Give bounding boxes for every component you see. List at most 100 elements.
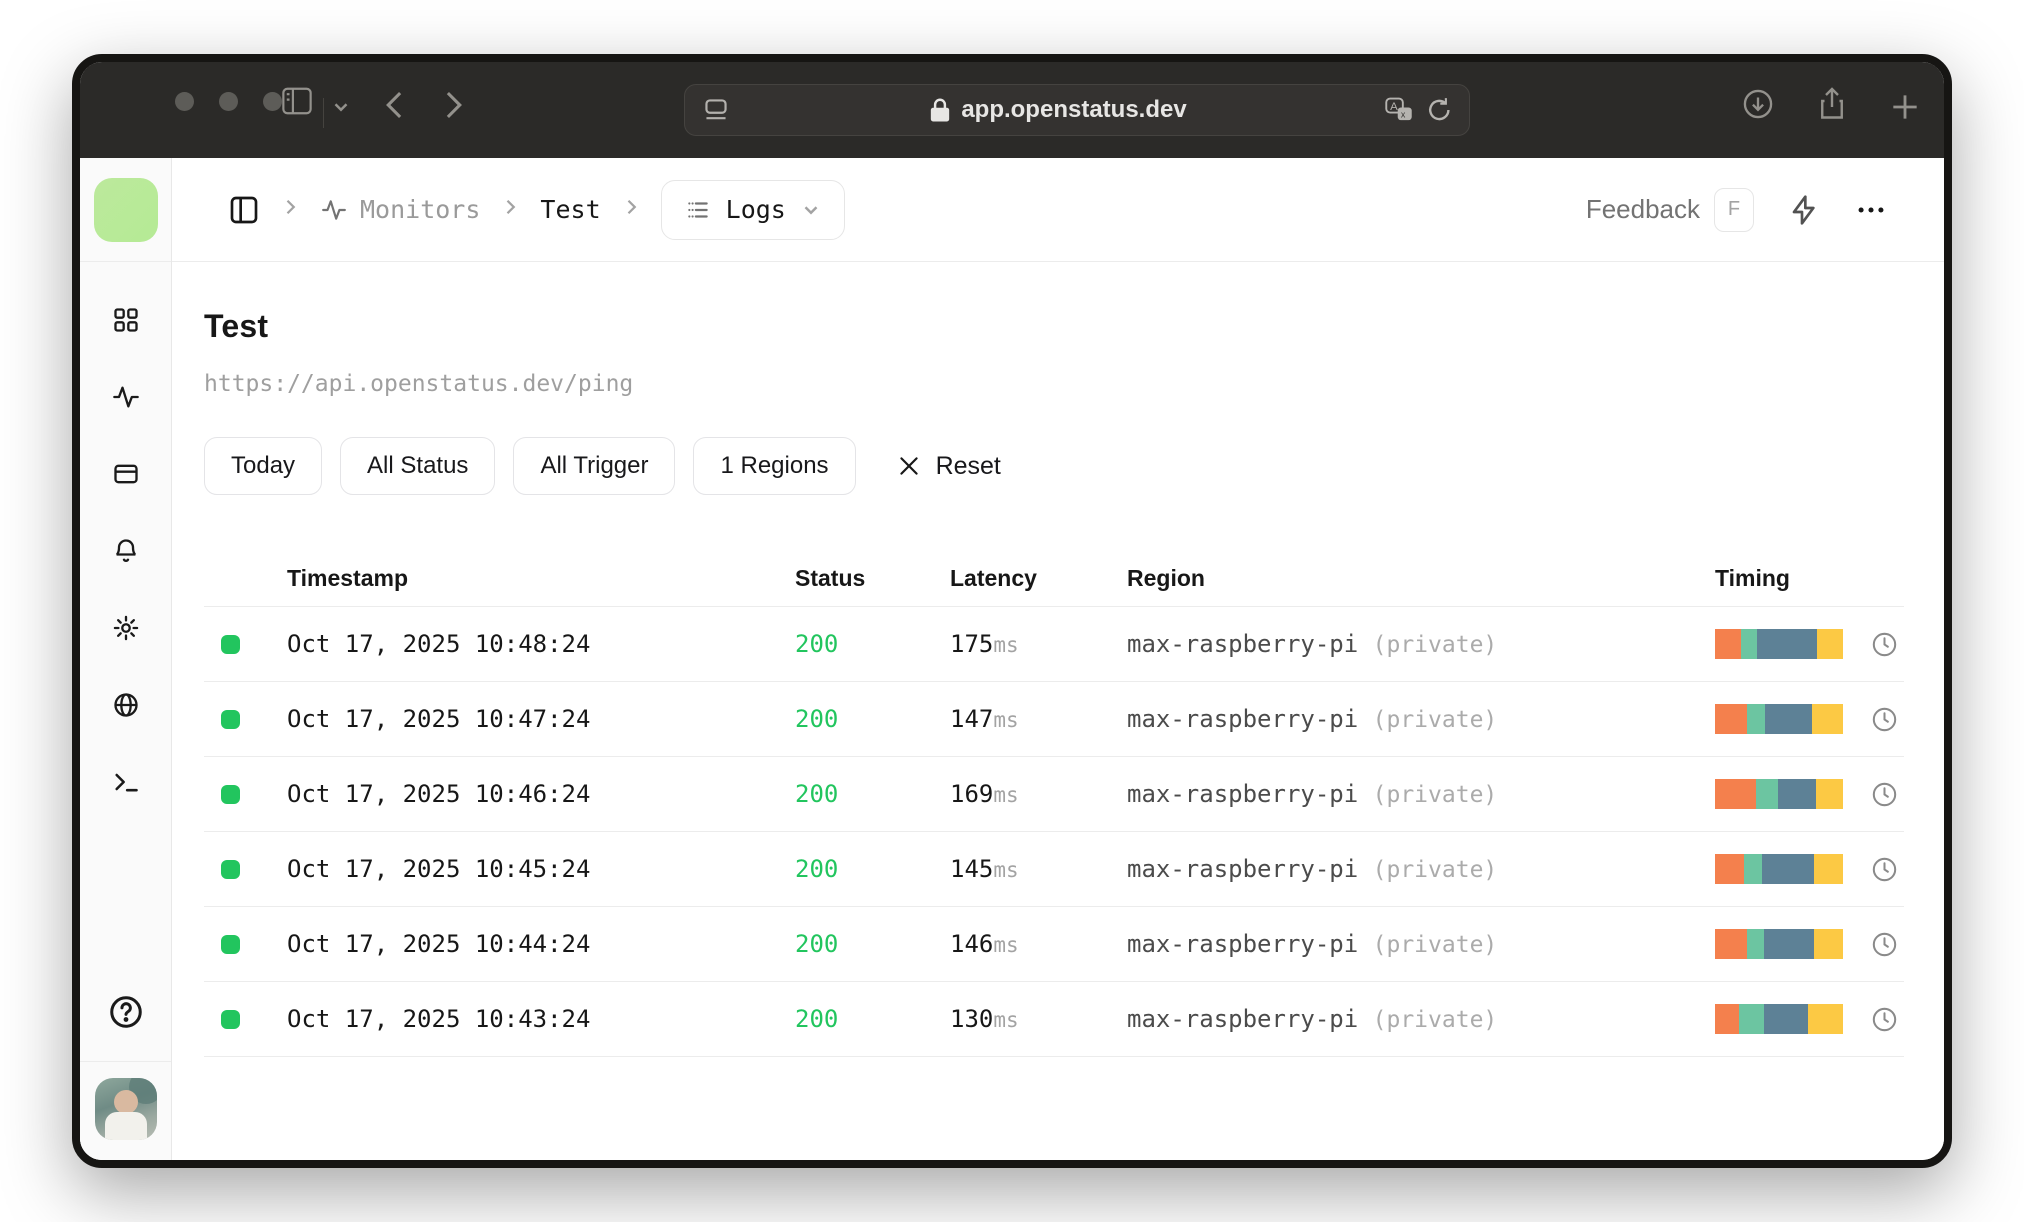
sidebar-chevron-button[interactable]: [330, 96, 352, 118]
timing-segment: [1715, 779, 1756, 809]
chevron-right-icon: [286, 199, 296, 215]
forward-button[interactable]: [438, 88, 468, 122]
clock-icon[interactable]: [1871, 931, 1898, 958]
timing-segment: [1764, 704, 1813, 734]
reload-icon: [1429, 98, 1450, 121]
timing-segment: [1757, 629, 1818, 659]
chevron-down-icon: [804, 205, 818, 215]
address-bar[interactable]: app.openstatus.dev A x: [684, 84, 1470, 136]
log-region-note: (private): [1372, 857, 1498, 883]
log-status-code: 200: [795, 855, 839, 883]
help-button[interactable]: [108, 994, 144, 1035]
translate-button[interactable]: A x: [1385, 97, 1413, 123]
url-text: app.openstatus.dev: [961, 96, 1187, 123]
log-row[interactable]: Oct 17, 2025 10:48:24 200 175ms max-rasp…: [204, 607, 1904, 682]
translate-icon: A x: [1385, 97, 1412, 121]
bell-icon: [115, 539, 136, 562]
timing-segment: [1813, 854, 1843, 884]
chevron-down-icon: [334, 103, 348, 112]
sidebar-logo-area: [80, 158, 171, 262]
sidebar-item-notifications[interactable]: [112, 537, 140, 570]
log-region-note: (private): [1372, 782, 1498, 808]
col-header-region: Region: [1127, 565, 1205, 591]
clock-icon[interactable]: [1871, 781, 1898, 808]
monitor-endpoint-url: https://api.openstatus.dev/ping: [204, 371, 634, 397]
x-icon: [899, 457, 918, 475]
quick-actions-button[interactable]: [1788, 194, 1820, 226]
log-timestamp: Oct 17, 2025 10:43:24: [287, 1005, 591, 1033]
log-row[interactable]: Oct 17, 2025 10:45:24 200 145ms max-rasp…: [204, 832, 1904, 907]
grid-icon: [113, 308, 138, 332]
log-latency-unit: ms: [993, 933, 1019, 957]
sidebar-item-public-pages[interactable]: [112, 691, 140, 724]
log-latency-value: 169: [950, 780, 994, 808]
chevron-right-icon: [507, 199, 516, 215]
log-latency-value: 130: [950, 1005, 994, 1033]
log-row[interactable]: Oct 17, 2025 10:43:24 200 130ms max-rasp…: [204, 982, 1904, 1057]
reset-filters-button[interactable]: Reset: [896, 452, 1001, 481]
list-icon: [687, 201, 708, 218]
log-row[interactable]: Oct 17, 2025 10:46:24 200 169ms max-rasp…: [204, 757, 1904, 832]
plus-icon: [1893, 95, 1917, 119]
log-status-code: 200: [795, 1005, 839, 1033]
timing-segment: [1740, 629, 1758, 659]
logs-view-dropdown[interactable]: Logs: [660, 179, 845, 240]
clock-icon[interactable]: [1871, 631, 1898, 658]
clock-icon[interactable]: [1871, 1006, 1898, 1033]
timing-bar: [1715, 779, 1843, 809]
safari-sidebar-toggle[interactable]: [280, 86, 314, 116]
log-region: max-raspberry-pi: [1127, 930, 1359, 958]
clock-icon[interactable]: [1871, 706, 1898, 733]
timing-segment: [1812, 704, 1843, 734]
timing-bar: [1715, 854, 1843, 884]
log-row[interactable]: Oct 17, 2025 10:47:24 200 147ms max-rasp…: [204, 682, 1904, 757]
timing-segment: [1777, 779, 1817, 809]
log-timestamp: Oct 17, 2025 10:48:24: [287, 630, 591, 658]
timing-segment: [1715, 704, 1747, 734]
sidebar-item-monitors[interactable]: [111, 383, 141, 416]
breadcrumb-separator: [621, 197, 641, 222]
log-row[interactable]: Oct 17, 2025 10:44:24 200 146ms max-rasp…: [204, 907, 1904, 982]
sidebar-item-cli[interactable]: [112, 768, 140, 801]
more-options-button[interactable]: [1854, 193, 1888, 227]
feedback-shortcut-badge: F: [1714, 187, 1754, 232]
filter-period-button[interactable]: Today: [204, 437, 323, 495]
chevron-right-icon: [627, 199, 636, 215]
logs-table-body: Oct 17, 2025 10:48:24 200 175ms max-rasp…: [204, 607, 1904, 1057]
breadcrumb-monitors[interactable]: Monitors: [320, 195, 480, 224]
openstatus-logo[interactable]: [93, 177, 158, 242]
sidebar-item-settings[interactable]: [112, 614, 140, 647]
feedback-label: Feedback: [1585, 194, 1700, 224]
downloads-button[interactable]: [1742, 88, 1774, 120]
feedback-button[interactable]: Feedback F: [1585, 187, 1754, 232]
new-tab-button[interactable]: [1890, 92, 1920, 122]
status-indicator: [221, 784, 240, 804]
filter-status-button[interactable]: All Status: [340, 437, 496, 495]
breadcrumb-monitor-name[interactable]: Test: [540, 195, 600, 224]
share-button[interactable]: [1816, 86, 1848, 122]
log-status-code: 200: [795, 630, 839, 658]
sidebar-icon: [282, 87, 312, 115]
ellipsis-icon: [1858, 206, 1884, 213]
filter-trigger-button[interactable]: All Trigger: [513, 437, 676, 495]
col-header-latency: Latency: [950, 565, 1037, 591]
breadcrumb-separator: [280, 197, 300, 222]
sidebar-item-status-pages[interactable]: [112, 460, 140, 493]
browser-titlebar: app.openstatus.dev A x: [80, 62, 1944, 158]
breadcrumb-header: Monitors Test Logs Feedback F: [172, 158, 1944, 262]
breadcrumb-monitors-label: Monitors: [360, 195, 481, 224]
window-close-button[interactable]: [175, 92, 194, 111]
filter-regions-button[interactable]: 1 Regions: [693, 437, 856, 495]
log-timestamp: Oct 17, 2025 10:45:24: [287, 855, 591, 883]
timing-segment: [1808, 1004, 1843, 1034]
timing-segment: [1715, 629, 1741, 659]
panel-toggle-button[interactable]: [228, 194, 260, 226]
window-minimize-button[interactable]: [219, 92, 238, 111]
logs-table: Timestamp Status Latency Region Timing O…: [204, 551, 1904, 1057]
browser-card-icon: [113, 464, 138, 484]
reload-button[interactable]: [1427, 96, 1453, 124]
back-button[interactable]: [380, 88, 410, 122]
clock-icon[interactable]: [1871, 856, 1898, 883]
sidebar-item-dashboard[interactable]: [112, 306, 140, 339]
user-menu[interactable]: [80, 1061, 171, 1160]
